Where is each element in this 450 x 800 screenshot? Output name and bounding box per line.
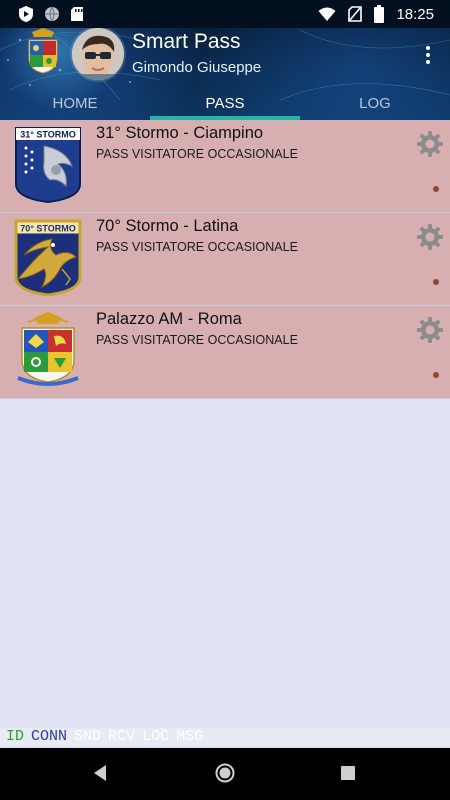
tab-bar: HOME PASS LOG — [0, 90, 450, 120]
badge-label: 70° STORMO — [20, 224, 75, 234]
battery-icon — [374, 5, 385, 23]
air-force-emblem-icon — [28, 28, 58, 74]
status-loc: LOC — [142, 728, 170, 745]
home-icon[interactable] — [215, 763, 235, 783]
status-rcv: RCV — [108, 728, 136, 745]
pass-list: 31° STORMO 31° Stormo - Ciampino PASS VI… — [0, 120, 450, 399]
recent-apps-icon[interactable] — [341, 766, 355, 780]
status-id: ID — [6, 728, 25, 745]
status-bar: 18:25 — [0, 0, 450, 28]
gear-icon[interactable] — [416, 223, 444, 251]
badge-label: 31° STORMO — [20, 130, 75, 140]
31-stormo-badge-icon: 31° STORMO — [15, 127, 81, 204]
status-dot — [433, 279, 439, 285]
70-stormo-badge-icon: 70° STORMO — [14, 219, 82, 297]
pass-subtitle: PASS VISITATORE OCCASIONALE — [96, 147, 298, 161]
list-item[interactable]: 70° STORMO 70° Stormo - Latina PASS VISI… — [0, 213, 450, 306]
no-sim-icon — [348, 6, 363, 22]
shield-icon — [19, 6, 33, 22]
tab-log[interactable]: LOG — [300, 90, 450, 120]
tab-home[interactable]: HOME — [0, 90, 150, 120]
tab-pass[interactable]: PASS — [150, 90, 300, 120]
overflow-menu-icon[interactable] — [420, 44, 436, 70]
connection-status-bar: ID CONN SND RCV LOC MSG — [0, 728, 450, 746]
status-dot — [433, 372, 439, 378]
status-conn: CONN — [31, 728, 68, 745]
aeronautica-militare-crest-icon — [17, 312, 79, 386]
pass-title: 70° Stormo - Latina — [96, 217, 239, 235]
user-name: Gimondo Giuseppe — [132, 59, 262, 76]
gear-icon[interactable] — [416, 316, 444, 344]
list-item[interactable]: Palazzo AM - Roma PASS VISITATORE OCCASI… — [0, 306, 450, 399]
app-title: Smart Pass — [132, 30, 241, 53]
clock: 18:25 — [396, 5, 434, 23]
status-dot — [433, 186, 439, 192]
system-nav-bar — [0, 748, 450, 800]
pass-subtitle: PASS VISITATORE OCCASIONALE — [96, 240, 298, 254]
pass-title: 31° Stormo - Ciampino — [96, 124, 264, 142]
back-icon[interactable] — [92, 763, 108, 783]
gear-icon[interactable] — [416, 130, 444, 158]
list-item[interactable]: 31° STORMO 31° Stormo - Ciampino PASS VI… — [0, 120, 450, 213]
sd-card-icon — [71, 7, 83, 21]
pass-subtitle: PASS VISITATORE OCCASIONALE — [96, 333, 298, 347]
status-msg: MSG — [176, 728, 204, 745]
pass-title: Palazzo AM - Roma — [96, 310, 242, 328]
status-snd: SND — [74, 728, 102, 745]
avatar[interactable] — [72, 28, 124, 80]
wifi-icon — [318, 7, 336, 21]
globe-icon — [45, 6, 59, 22]
